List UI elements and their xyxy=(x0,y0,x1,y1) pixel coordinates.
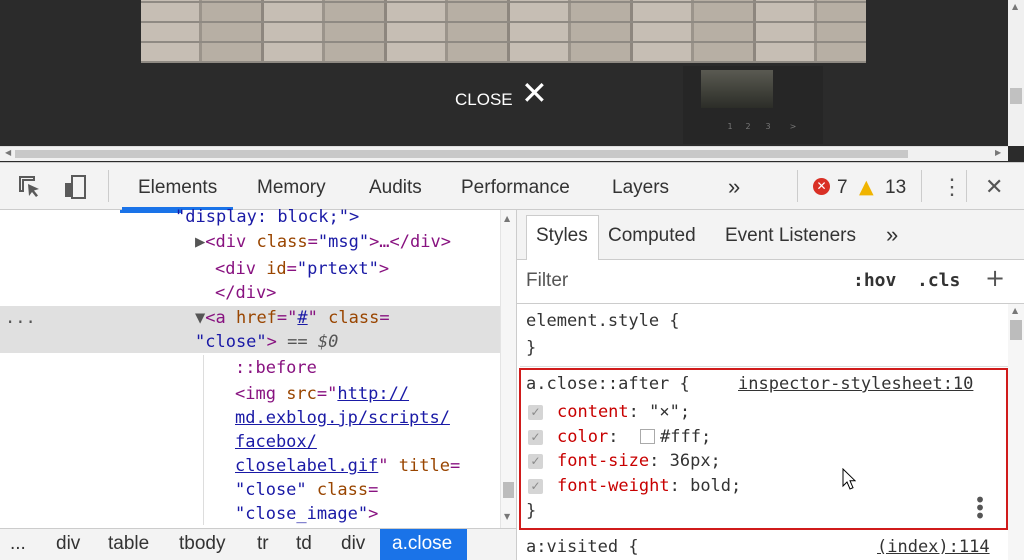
styles-scrollbar[interactable] xyxy=(1008,304,1024,560)
tree-scroll-marker xyxy=(120,210,182,213)
rule-close-brace: } xyxy=(526,338,537,358)
rule-menu-icon[interactable]: • • • xyxy=(974,490,986,526)
gallery-thumbnail[interactable] xyxy=(701,70,773,108)
mouse-cursor-icon xyxy=(842,467,857,490)
new-rule-icon[interactable]: + xyxy=(985,264,1005,292)
tree-line[interactable]: facebox/ xyxy=(235,430,317,454)
tab-computed[interactable]: Computed xyxy=(608,225,696,247)
scroll-left-arrow-icon[interactable]: ◀ xyxy=(5,148,11,157)
next-rule-selector[interactable]: a:visited { xyxy=(526,535,639,560)
page-link-3[interactable]: 3 xyxy=(761,122,775,134)
elements-scroll-thumb[interactable] xyxy=(503,482,514,498)
color-swatch[interactable] xyxy=(640,429,655,444)
tree-line[interactable]: ▶<div class="msg">…</div> xyxy=(195,230,451,254)
breadcrumb-item[interactable]: table xyxy=(108,533,149,555)
scroll-right-arrow-icon[interactable]: ▶ xyxy=(995,148,1001,157)
scroll-up-arrow-icon[interactable]: ▲ xyxy=(504,214,510,223)
warning-icon[interactable]: ▲ xyxy=(859,176,874,198)
node-actions-icon[interactable]: ... xyxy=(5,306,36,330)
page-link-2[interactable]: 2 xyxy=(741,122,755,134)
cls-toggle[interactable]: .cls xyxy=(917,270,960,291)
warning-count[interactable]: 13 xyxy=(885,177,906,199)
toolbar-divider xyxy=(108,170,109,202)
error-icon[interactable]: ✕ xyxy=(813,178,830,195)
tree-line-selected-cont[interactable]: "close"> == $0 xyxy=(195,330,338,354)
styles-scroll-thumb[interactable] xyxy=(1010,320,1022,340)
tab-audits[interactable]: Audits xyxy=(369,177,422,199)
declaration[interactable]: font-size: 36px; xyxy=(557,449,721,474)
more-tabs-icon[interactable]: » xyxy=(886,222,898,248)
tree-line[interactable]: "close" class= xyxy=(235,478,378,502)
close-icon[interactable]: ✕ xyxy=(521,77,548,109)
rule-close-brace: } xyxy=(526,501,537,521)
tree-line[interactable]: <img src="http:// xyxy=(235,382,409,406)
expand-arrow-icon[interactable]: ▶ xyxy=(195,232,205,252)
tree-line[interactable]: <div id="prtext"> xyxy=(215,257,389,281)
breadcrumb-item[interactable]: ... xyxy=(10,533,26,555)
next-rule-source-link[interactable]: (index):114 xyxy=(877,535,990,560)
scroll-down-arrow-icon[interactable]: ▼ xyxy=(504,512,510,521)
tab-memory[interactable]: Memory xyxy=(257,177,326,199)
page-horizontal-scroll-thumb[interactable] xyxy=(15,150,908,158)
styles-filter-input[interactable]: Filter xyxy=(526,270,568,292)
declaration[interactable]: font-weight: bold; xyxy=(557,474,741,499)
breadcrumb-item[interactable]: div xyxy=(341,533,365,555)
declaration-value[interactable]: #fff; xyxy=(660,425,711,450)
declaration-checkbox[interactable]: ✓ xyxy=(528,430,543,445)
customize-menu-icon[interactable]: ⋮ xyxy=(941,174,963,200)
tree-line[interactable]: md.exblog.jp/scripts/ xyxy=(235,406,450,430)
tab-performance[interactable]: Performance xyxy=(461,177,570,199)
toolbar-divider xyxy=(921,170,922,202)
breadcrumb-item[interactable]: tr xyxy=(257,533,269,555)
more-tabs-icon[interactable]: » xyxy=(728,174,740,200)
toolbar-divider xyxy=(966,170,967,202)
rule-divider xyxy=(520,366,1008,367)
tab-event-listeners[interactable]: Event Listeners xyxy=(725,225,856,247)
tree-line[interactable]: closelabel.gif" title= xyxy=(235,454,460,478)
element-style-selector[interactable]: element.style { xyxy=(526,309,680,334)
scroll-up-arrow-icon[interactable]: ▲ xyxy=(1012,306,1018,315)
tree-line[interactable]: </div> xyxy=(215,281,276,305)
tree-guide xyxy=(203,355,204,525)
declaration-checkbox[interactable]: ✓ xyxy=(528,454,543,469)
inspect-element-icon[interactable] xyxy=(17,174,43,200)
page-vertical-scroll-thumb[interactable] xyxy=(1010,88,1022,104)
close-devtools-icon[interactable]: ✕ xyxy=(985,174,1003,200)
device-toolbar-icon[interactable] xyxy=(63,174,89,200)
scroll-up-arrow-icon[interactable]: ▲ xyxy=(1012,2,1018,11)
close-label[interactable]: CLOSE xyxy=(455,90,513,110)
rule-source-link[interactable]: inspector-stylesheet:10 xyxy=(738,372,973,397)
declaration-checkbox[interactable]: ✓ xyxy=(528,479,543,494)
tree-line[interactable]: "close_image"> xyxy=(235,502,378,526)
hov-toggle[interactable]: :hov xyxy=(853,270,896,291)
collapse-arrow-icon[interactable]: ▼ xyxy=(195,308,205,328)
tab-layers[interactable]: Layers xyxy=(612,177,669,199)
breadcrumb-item[interactable]: tbody xyxy=(179,533,225,555)
tree-line[interactable]: ::before xyxy=(235,356,317,380)
toolbar-divider xyxy=(797,170,798,202)
page-link-1[interactable]: 1 xyxy=(723,122,737,134)
tree-line-selected[interactable]: ▼<a href="#" class= xyxy=(195,306,390,330)
declaration[interactable]: content: "×"; xyxy=(557,400,690,425)
rule-selector[interactable]: a.close::after { xyxy=(526,372,690,397)
tree-line[interactable]: "display: block;"> xyxy=(175,205,359,229)
page-vertical-scrollbar[interactable] xyxy=(1008,0,1024,146)
declaration[interactable]: color: xyxy=(557,425,629,450)
breadcrumb-item[interactable]: td xyxy=(296,533,312,555)
tab-elements[interactable]: Elements xyxy=(138,177,217,199)
tab-styles[interactable]: Styles xyxy=(536,225,588,247)
brick-image xyxy=(141,0,866,63)
breadcrumb-item[interactable]: div xyxy=(56,533,80,555)
declaration-checkbox[interactable]: ✓ xyxy=(528,405,543,420)
elements-scrollbar[interactable] xyxy=(500,210,516,528)
error-count[interactable]: 7 xyxy=(837,177,848,199)
breadcrumb-item-active[interactable]: a.close xyxy=(392,533,452,555)
page-link-next[interactable]: > xyxy=(786,122,800,134)
